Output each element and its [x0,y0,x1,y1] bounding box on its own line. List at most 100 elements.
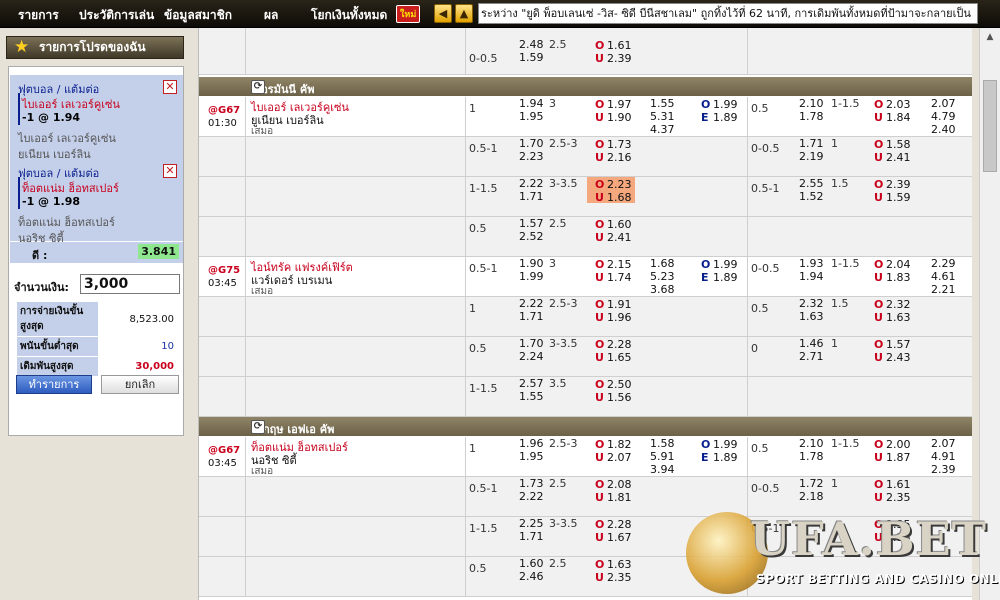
over-odds[interactable]: 1.91 [607,298,632,311]
half-under-odds[interactable]: 2.43 [886,351,911,364]
arrow-left-icon[interactable]: ◀ [434,4,452,23]
odd-odds[interactable]: 1.99 [713,98,738,111]
1x2-odds[interactable]: 3.94 [650,463,675,476]
half-1x2-odds[interactable]: 2.21 [931,283,956,296]
over-odds[interactable]: 2.15 [607,258,632,271]
half-home-odds[interactable]: 1.93 [799,257,824,270]
half-1x2-odds[interactable]: 2.07 [931,437,956,450]
half-1x2-odds[interactable]: 2.39 [931,463,956,476]
arrow-up-icon[interactable]: ▲ [455,4,473,23]
away-odds[interactable]: 1.95 [519,450,544,463]
home-odds[interactable]: 1.90 [519,257,544,270]
1x2-odds[interactable]: 5.31 [650,110,675,123]
refresh-icon[interactable]: ⟳ [251,420,265,434]
home-odds[interactable]: 1.70 [519,137,544,150]
under-odds[interactable]: 2.39 [607,52,632,65]
away-odds[interactable]: 1.99 [519,270,544,283]
1x2-odds[interactable]: 3.68 [650,283,675,296]
over-odds[interactable]: 1.63 [607,558,632,571]
away-odds[interactable]: 1.71 [519,190,544,203]
even-odds[interactable]: 1.89 [713,451,738,464]
1x2-odds[interactable]: 5.23 [650,270,675,283]
half-1x2-odds[interactable]: 2.07 [931,97,956,110]
away-odds[interactable]: 2.24 [519,350,544,363]
half-under-odds[interactable]: 1.87 [886,451,911,464]
over-odds[interactable]: 1.60 [607,218,632,231]
over-odds[interactable]: 1.82 [607,438,632,451]
under-odds[interactable]: 1.65 [607,351,632,364]
half-over-odds[interactable]: 2.00 [886,438,911,451]
nav-menu-item[interactable]: รายการ [18,6,59,25]
under-odds[interactable]: 2.35 [607,571,632,584]
half-over-odds[interactable]: 1.58 [886,138,911,151]
under-odds[interactable]: 1.67 [607,531,632,544]
over-odds[interactable]: 2.50 [607,378,632,391]
over-odds[interactable]: 1.61 [607,39,632,52]
half-under-odds[interactable]: 2.41 [886,151,911,164]
over-odds[interactable]: 1.73 [607,138,632,151]
odd-odds[interactable]: 1.99 [713,438,738,451]
even-odds[interactable]: 1.89 [713,111,738,124]
under-odds[interactable]: 2.41 [607,231,632,244]
home-odds[interactable]: 1.96 [519,437,544,450]
half-away-odds[interactable]: 1.78 [799,450,824,463]
half-home-odds[interactable]: 1.72 [799,477,824,490]
half-over-odds[interactable]: 2.32 [886,298,911,311]
half-away-odds[interactable]: 1.52 [799,190,824,203]
half-under-odds[interactable]: 2.35 [886,491,911,504]
under-odds[interactable]: 1.74 [607,271,632,284]
remove-bet-icon[interactable]: ✕ [163,164,177,178]
over-odds[interactable]: 2.28 [607,338,632,351]
nav-results[interactable]: ผล [264,6,278,25]
over-odds[interactable]: 1.97 [607,98,632,111]
away-odds[interactable]: 1.55 [519,390,544,403]
home-odds[interactable]: 1.70 [519,337,544,350]
home-odds[interactable]: 2.57 [519,377,544,390]
1x2-odds[interactable]: 1.55 [650,97,675,110]
half-under-odds[interactable]: 1.59 [886,191,911,204]
half-over-odds[interactable]: 1.61 [886,478,911,491]
half-away-odds[interactable]: 2.71 [799,350,824,363]
half-1x2-odds[interactable]: 4.91 [931,450,956,463]
1x2-odds[interactable]: 4.37 [650,123,675,136]
half-away-odds[interactable]: 1.63 [799,310,824,323]
half-over-odds[interactable]: 2.04 [886,258,911,271]
over-odds[interactable]: 2.28 [607,518,632,531]
half-away-odds[interactable]: 1.94 [799,270,824,283]
over-odds[interactable]: 2.08 [607,478,632,491]
half-under-odds[interactable]: 1.84 [886,111,911,124]
1x2-odds[interactable]: 5.91 [650,450,675,463]
nav-transfer-all[interactable]: โยกเงินทั้งหมด [311,6,387,25]
1x2-odds[interactable]: 1.58 [650,437,675,450]
under-odds[interactable]: 1.96 [607,311,632,324]
under-odds[interactable]: 1.68 [607,191,632,204]
away-odds[interactable]: 2.52 [519,230,544,243]
home-odds[interactable]: 1.73 [519,477,544,490]
half-home-odds[interactable]: 2.10 [799,97,824,110]
half-home-odds[interactable]: 2.10 [799,437,824,450]
over-odds[interactable]: 2.23 [607,178,632,191]
away-odds[interactable]: 2.23 [519,150,544,163]
under-odds[interactable]: 1.90 [607,111,632,124]
scroll-up-icon[interactable]: ▲ [983,32,997,44]
1x2-odds[interactable]: 1.68 [650,257,675,270]
half-over-odds[interactable]: 2.39 [886,178,911,191]
even-odds[interactable]: 1.89 [713,271,738,284]
half-1x2-odds[interactable]: 4.79 [931,110,956,123]
remove-bet-icon[interactable]: ✕ [163,80,177,94]
home-odds[interactable]: 1.60 [519,557,544,570]
home-odds[interactable]: 2.48 [519,38,544,51]
home-odds[interactable]: 1.94 [519,97,544,110]
nav-member-info[interactable]: ข้อมูลสมาชิก [164,6,232,25]
half-1x2-odds[interactable]: 2.29 [931,257,956,270]
away-odds[interactable]: 1.71 [519,310,544,323]
home-odds[interactable]: 1.57 [519,217,544,230]
half-under-odds[interactable]: 1.63 [886,311,911,324]
under-odds[interactable]: 1.81 [607,491,632,504]
odd-odds[interactable]: 1.99 [713,258,738,271]
half-home-odds[interactable]: 2.32 [799,297,824,310]
place-bet-button[interactable]: ทำรายการ [16,375,92,394]
under-odds[interactable]: 2.16 [607,151,632,164]
cancel-button[interactable]: ยกเลิก [101,375,179,394]
nav-history[interactable]: ประวัติการเล่น [79,6,154,25]
